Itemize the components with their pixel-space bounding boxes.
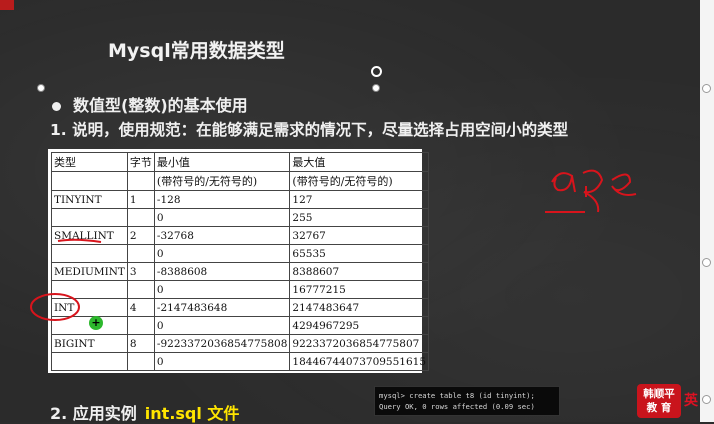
- type-cell: MEDIUMINT: [51, 262, 128, 281]
- max-cell: 9223372036854775807: [289, 334, 430, 353]
- corner-mark: [0, 0, 14, 10]
- rotate-handle[interactable]: [371, 66, 382, 77]
- table-row: 0 16777215: [51, 280, 430, 299]
- min-cell: 0: [153, 208, 291, 227]
- table-cell: [126, 280, 155, 299]
- mysql-terminal: mysql> create table t8 (id tinyint); Que…: [374, 386, 560, 416]
- table-row: TINYINT 1 -128 127: [51, 190, 430, 209]
- max-cell: 255: [289, 208, 430, 227]
- table-cell: [126, 244, 155, 263]
- min-cell: -32768: [153, 226, 291, 245]
- table-cell: [126, 352, 155, 371]
- sidebar-button[interactable]: [702, 258, 711, 267]
- sidebar-button[interactable]: [702, 84, 711, 93]
- max-cell: 65535: [289, 244, 430, 263]
- type-cell: TINYINT: [51, 190, 128, 209]
- right-sidebar: [700, 0, 714, 422]
- header-min-sub: (带符号的/无符号的): [153, 171, 291, 191]
- resize-handle[interactable]: [372, 84, 380, 92]
- header-bytes: 字节: [126, 152, 155, 172]
- table-cell: [51, 352, 128, 371]
- bytes-cell: 8: [126, 334, 155, 353]
- example-label: 2. 应用实例: [50, 404, 137, 423]
- table-row: 0 4294967295: [51, 316, 430, 335]
- ime-indicator[interactable]: 英: [684, 390, 698, 410]
- table-cell: [126, 208, 155, 227]
- bytes-cell: 3: [126, 262, 155, 281]
- min-cell: 0: [153, 244, 291, 263]
- min-cell: -9223372036854775808: [153, 334, 291, 353]
- bytes-cell: 1: [126, 190, 155, 209]
- header-min: 最小值: [153, 152, 291, 172]
- max-cell: 8388607: [289, 262, 430, 281]
- min-cell: 0: [153, 280, 291, 299]
- slide-title: Mysql常用数据类型: [108, 40, 285, 62]
- bullet-heading: 数值型(整数)的基本使用: [52, 92, 248, 116]
- table-cell: [51, 280, 128, 299]
- table-cell: [51, 244, 128, 263]
- resize-handle[interactable]: [37, 84, 45, 92]
- brand-logo: 韩顺平 教 育: [637, 384, 681, 418]
- table-row: BIGINT 8 -9223372036854775808 9223372036…: [51, 334, 430, 353]
- terminal-line: mysql> create table t8 (id tinyint);: [379, 391, 535, 400]
- max-cell: 127: [289, 190, 430, 209]
- usage-note: 1. 说明，使用规范：在能够满足需求的情况下，尽量选择占用空间小的类型: [50, 121, 569, 139]
- table-row: 0 18446744073709551615: [51, 352, 430, 371]
- max-cell: 16777215: [289, 280, 430, 299]
- type-cell: BIGINT: [51, 334, 128, 353]
- table-row: 0 255: [51, 208, 430, 227]
- sidebar-button[interactable]: [702, 395, 711, 404]
- table-cell: [126, 171, 155, 191]
- type-cell: INT: [51, 298, 128, 317]
- table-header-row: 类型 字节 最小值 最大值: [51, 152, 430, 172]
- table-cell: [126, 316, 155, 335]
- min-cell: 0: [153, 316, 291, 335]
- table-row: MEDIUMINT 3 -8388608 8388607: [51, 262, 430, 281]
- example-heading: 2. 应用实例 int.sql 文件: [50, 400, 239, 424]
- max-cell: 4294967295: [289, 316, 430, 335]
- type-cell: SMALLINT: [51, 226, 128, 245]
- bullet-text: 数值型(整数)的基本使用: [73, 96, 248, 115]
- table-row: 0 65535: [51, 244, 430, 263]
- max-cell: 18446744073709551615: [289, 352, 430, 371]
- bullet-dot-icon: [52, 102, 61, 111]
- min-cell: -2147483648: [153, 298, 291, 317]
- pointer-cursor-icon: +: [89, 316, 103, 330]
- min-cell: 0: [153, 352, 291, 371]
- terminal-line: Query OK, 0 rows affected (0.09 sec): [379, 402, 535, 411]
- example-file: int.sql 文件: [144, 404, 240, 423]
- min-cell: -8388608: [153, 262, 291, 281]
- table-header-sub-row: (带符号的/无符号的) (带符号的/无符号的): [51, 171, 430, 191]
- table-row: INT 4 -2147483648 2147483647: [51, 298, 430, 317]
- bytes-cell: 2: [126, 226, 155, 245]
- bytes-cell: 4: [126, 298, 155, 317]
- types-table: 类型 字节 最小值 最大值 (带符号的/无符号的) (带符号的/无符号的) TI…: [51, 152, 430, 371]
- max-cell: 32767: [289, 226, 430, 245]
- age-handwriting: [551, 169, 637, 213]
- min-cell: -128: [153, 190, 291, 209]
- table-cell: [51, 208, 128, 227]
- integer-types-table: 类型 字节 最小值 最大值 (带符号的/无符号的) (带符号的/无符号的) TI…: [48, 149, 430, 373]
- header-type: 类型: [51, 152, 128, 172]
- header-max: 最大值: [289, 152, 430, 172]
- logo-line: 教 育: [646, 402, 672, 414]
- table-cell: [51, 171, 128, 191]
- max-cell: 2147483647: [289, 298, 430, 317]
- table-row: SMALLINT 2 -32768 32767: [51, 226, 430, 245]
- header-max-sub: (带符号的/无符号的): [289, 171, 430, 191]
- logo-line: 韩顺平: [643, 388, 675, 400]
